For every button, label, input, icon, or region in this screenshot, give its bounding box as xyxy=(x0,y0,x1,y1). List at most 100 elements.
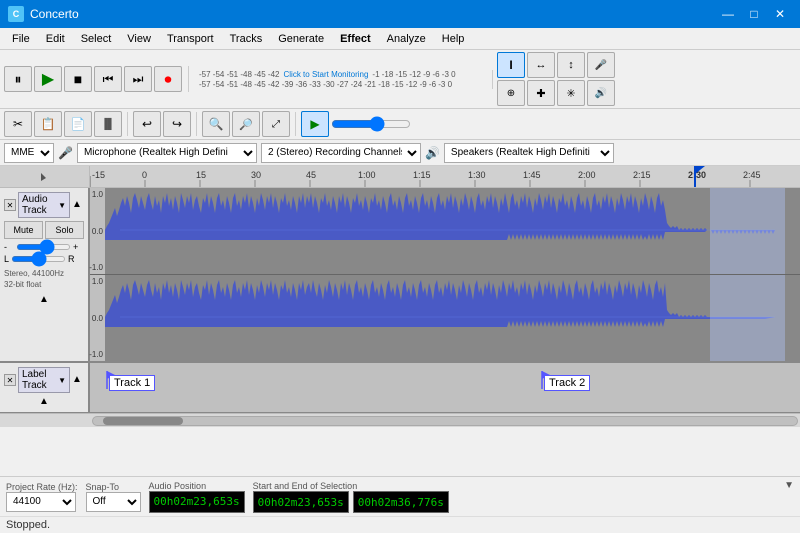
skip-back-button[interactable]: ⏮ xyxy=(94,66,122,92)
copy-button[interactable]: 📋 xyxy=(34,111,62,137)
click-to-monitor[interactable]: Click to Start Monitoring xyxy=(284,70,369,79)
menu-tracks[interactable]: Tracks xyxy=(222,28,271,49)
mute-button[interactable]: Mute xyxy=(4,221,43,239)
audio-track-controls: ✕ Audio Track ▼ ▲ Mute Solo - + xyxy=(0,188,90,361)
time-shift-button[interactable]: ↔ xyxy=(527,52,555,78)
hscroll-track[interactable] xyxy=(92,416,798,426)
select-tool-button[interactable]: I xyxy=(497,52,525,78)
app-icon: C xyxy=(8,6,24,22)
timeline-ruler: -15 0 15 30 45 1:00 1:15 1:30 1: xyxy=(0,166,800,188)
zoom-fit-button[interactable]: ⤢ xyxy=(262,111,290,137)
solo-button[interactable]: Solo xyxy=(45,221,84,239)
selection-dropdown-icon: ▼ xyxy=(784,480,794,491)
gain-slider[interactable] xyxy=(16,244,71,250)
menu-file[interactable]: File xyxy=(4,28,38,49)
speaker-button[interactable]: 🔊 xyxy=(587,80,615,106)
hscroll-thumb[interactable] xyxy=(103,417,183,425)
svg-text:1:45: 1:45 xyxy=(523,170,541,180)
menu-edit[interactable]: Edit xyxy=(38,28,73,49)
label-track2-text: Track 2 xyxy=(544,375,590,391)
close-button[interactable]: ✕ xyxy=(768,4,792,24)
output-icon: 🔊 xyxy=(425,146,440,160)
menu-analyze[interactable]: Analyze xyxy=(379,28,434,49)
redo-button[interactable]: ↪ xyxy=(163,111,191,137)
label-track-name-btn[interactable]: Label Track ▼ xyxy=(18,367,70,393)
toolbar-sep-1 xyxy=(127,112,128,136)
project-rate-label: Project Rate (Hz): xyxy=(6,482,78,492)
pan-right: R xyxy=(68,254,75,264)
pan-left: L xyxy=(4,254,9,264)
svg-text:1:00: 1:00 xyxy=(358,170,376,180)
zoom-sel-button[interactable]: ⊕ xyxy=(497,80,525,106)
paste-button[interactable]: 📄 xyxy=(64,111,92,137)
menu-bar: File Edit Select View Transport Tracks G… xyxy=(0,28,800,50)
skip-fwd-button[interactable]: ⏭ xyxy=(124,66,152,92)
play-button[interactable]: ▶ xyxy=(34,66,62,92)
label-track-collapse-btn[interactable]: ▲ xyxy=(72,374,84,386)
output-device-select[interactable]: Speakers (Realtek High Definiti xyxy=(444,143,614,163)
menu-generate[interactable]: Generate xyxy=(270,28,332,49)
label-track-close-btn[interactable]: ✕ xyxy=(4,374,16,386)
zoom-out-button[interactable]: 🔎 xyxy=(232,111,260,137)
stop-button[interactable]: ■ xyxy=(64,66,92,92)
audio-track-name-btn[interactable]: Audio Track ▼ xyxy=(18,192,70,218)
menu-select[interactable]: Select xyxy=(73,28,120,49)
multi-button[interactable]: ✚ xyxy=(527,80,555,106)
menu-help[interactable]: Help xyxy=(434,28,473,49)
waveform-upper: 1.0 0.0 -1.0 // This xyxy=(90,188,800,275)
pan-slider[interactable] xyxy=(11,256,66,262)
svg-text:2:45: 2:45 xyxy=(743,170,761,180)
label-track1: Track 1 xyxy=(105,369,155,391)
trim-button[interactable]: ▐▌ xyxy=(94,111,122,137)
asterisk-button[interactable]: ✳ xyxy=(557,80,585,106)
waveform-area[interactable]: 1.0 0.0 -1.0 // This xyxy=(90,188,800,361)
zoom-in-button[interactable]: 🔍 xyxy=(202,111,230,137)
record-button[interactable]: ⏺ xyxy=(154,66,182,92)
track-close-btn[interactable]: ✕ xyxy=(4,199,16,211)
selection-group: Start and End of Selection ▼ 00h02m23,65… xyxy=(253,480,794,513)
menu-effect[interactable]: Effect xyxy=(332,28,379,49)
cut-button[interactable]: ✂ xyxy=(4,111,32,137)
svg-text:1:15: 1:15 xyxy=(413,170,431,180)
track-info-line1: Stereo, 44100Hz xyxy=(4,268,84,279)
cursor-icon xyxy=(39,171,51,183)
label-track-up-btn[interactable]: ▲ xyxy=(39,396,49,407)
track-up-btn[interactable]: ▲ xyxy=(39,294,49,305)
snap-to-select[interactable]: Off xyxy=(86,492,141,512)
label-track-dropdown-icon: ▼ xyxy=(58,376,66,385)
app-title: Concerto xyxy=(30,7,79,21)
menu-transport[interactable]: Transport xyxy=(159,28,222,49)
pause-button[interactable]: ⏸ xyxy=(4,66,32,92)
ruler-ticks[interactable]: -15 0 15 30 45 1:00 1:15 1:30 1: xyxy=(90,166,800,187)
channels-select[interactable]: 2 (Stereo) Recording Channels xyxy=(261,143,421,163)
svg-text:2:15: 2:15 xyxy=(633,170,651,180)
project-rate-group: Project Rate (Hz): 44100 xyxy=(6,482,78,512)
maximize-button[interactable]: □ xyxy=(742,4,766,24)
selection-start-display[interactable]: 00h02m23,653s xyxy=(253,491,349,513)
playback-speed-slider[interactable] xyxy=(331,116,411,132)
audio-position-display[interactable]: 00h02m23,653s xyxy=(149,491,245,513)
svg-text:15: 15 xyxy=(196,170,206,180)
input-device-select[interactable]: Microphone (Realtek High Defini xyxy=(77,143,257,163)
minimize-button[interactable]: — xyxy=(716,4,740,24)
undo-button[interactable]: ↩ xyxy=(133,111,161,137)
selection-end-display[interactable]: 00h02m36,776s xyxy=(353,491,449,513)
envelope-button[interactable]: ↕ xyxy=(557,52,585,78)
status-text: Stopped. xyxy=(0,517,800,533)
mic-button[interactable]: 🎤 xyxy=(587,52,615,78)
track-info: Stereo, 44100Hz 32-bit float xyxy=(4,268,84,290)
hscrollbar[interactable] xyxy=(0,413,800,427)
track-collapse-btn[interactable]: ▲ xyxy=(72,199,84,211)
audio-position-label: Audio Position xyxy=(149,481,245,491)
api-select[interactable]: MME xyxy=(4,143,54,163)
audio-position-group: Audio Position 00h02m23,653s xyxy=(149,481,245,513)
ruler-corner xyxy=(0,166,90,187)
track-dropdown-icon: ▼ xyxy=(58,201,66,210)
project-rate-select[interactable]: 44100 xyxy=(6,492,76,512)
label-track2: Track 2 xyxy=(540,369,590,391)
input-icon: 🎤 xyxy=(58,146,73,160)
y-axis-lower: 1.0 0.0 -1.0 xyxy=(90,275,105,361)
menu-view[interactable]: View xyxy=(119,28,159,49)
label-track-content[interactable]: Track 1 Track 2 xyxy=(90,363,800,412)
play-green-button[interactable]: ▶ xyxy=(301,111,329,137)
